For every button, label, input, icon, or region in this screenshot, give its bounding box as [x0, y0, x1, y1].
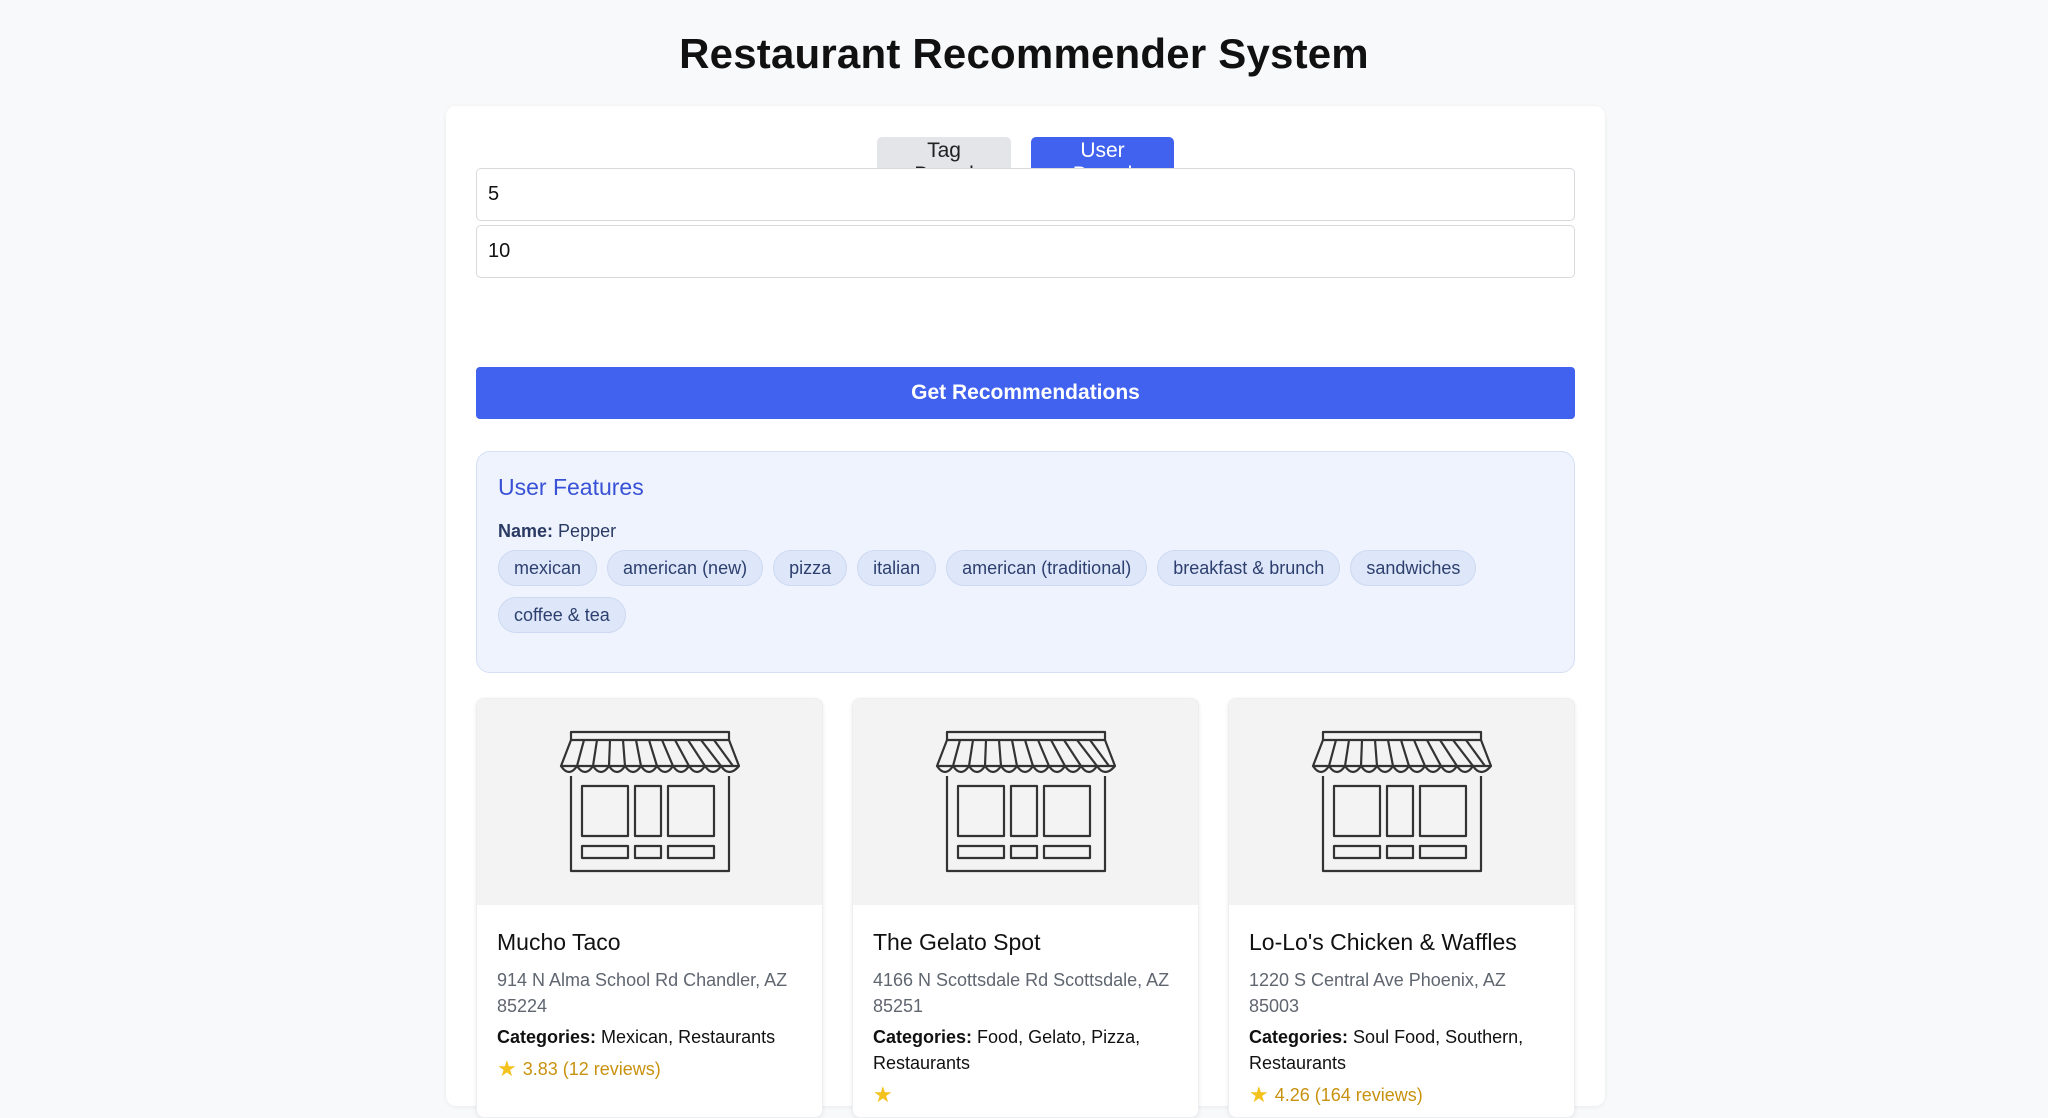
get-recommendations-button[interactable]: Get Recommendations: [476, 367, 1575, 419]
feature-tag: american (new): [607, 550, 764, 586]
restaurant-rating: ★: [873, 1084, 1178, 1106]
restaurant-cards: Mucho Taco 914 N Alma School Rd Chandler…: [476, 698, 1575, 1118]
restaurant-rating: ★ 3.83 (12 reviews): [497, 1058, 802, 1080]
restaurant-categories: Categories: Food, Gelato, Pizza, Restaur…: [873, 1024, 1178, 1076]
feature-tag: italian: [857, 550, 937, 586]
page-title: Restaurant Recommender System: [679, 30, 1369, 77]
user-features-title: User Features: [498, 474, 644, 500]
user-features-box: User Features Name: Pepper mexican ameri…: [476, 451, 1575, 673]
restaurant-address: 1220 S Central Ave Phoenix, AZ 85003: [1249, 970, 1506, 1016]
feature-tag: coffee & tea: [498, 597, 626, 633]
rating-text: 4.26 (164 reviews): [1274, 1084, 1423, 1105]
storefront-icon: [853, 699, 1198, 905]
feature-tag: mexican: [498, 550, 598, 586]
restaurant-name: Lo-Lo's Chicken & Waffles: [1249, 929, 1517, 955]
feature-tags: mexican american (new) pizza italian ame…: [498, 550, 1558, 633]
count-input[interactable]: [476, 225, 1575, 278]
storefront-icon: [477, 699, 822, 905]
restaurant-address: 4166 N Scottsdale Rd Scottsdale, AZ 8525…: [873, 970, 1170, 1016]
restaurant-rating: ★ 4.26 (164 reviews): [1249, 1084, 1554, 1106]
categories-label: Categories:: [1249, 1027, 1349, 1047]
restaurant-card[interactable]: Lo-Lo's Chicken & Waffles 1220 S Central…: [1228, 698, 1575, 1118]
restaurant-name: The Gelato Spot: [873, 929, 1041, 955]
star-icon: ★: [1249, 1082, 1269, 1107]
categories-label: Categories:: [497, 1027, 597, 1047]
restaurant-card[interactable]: The Gelato Spot 4166 N Scottsdale Rd Sco…: [852, 698, 1199, 1118]
name-label: Name:: [498, 521, 554, 541]
categories-label: Categories:: [873, 1027, 973, 1047]
feature-tag: sandwiches: [1350, 550, 1477, 586]
restaurant-name: Mucho Taco: [497, 929, 621, 955]
star-icon: ★: [873, 1082, 893, 1107]
rating-text: 3.83 (12 reviews): [522, 1058, 661, 1079]
categories-value: Mexican, Restaurants: [601, 1027, 776, 1047]
recommender-panel: Tag Based User Based Get Recommendations…: [446, 106, 1605, 1118]
feature-tag: breakfast & brunch: [1157, 550, 1341, 586]
user-id-input[interactable]: [476, 168, 1575, 221]
restaurant-categories: Categories: Soul Food, Southern, Restaur…: [1249, 1024, 1554, 1076]
storefront-icon: [1229, 699, 1574, 905]
star-icon: ★: [497, 1056, 517, 1081]
feature-tag: pizza: [773, 550, 848, 586]
restaurant-card[interactable]: Mucho Taco 914 N Alma School Rd Chandler…: [476, 698, 823, 1118]
restaurant-address: 914 N Alma School Rd Chandler, AZ 85224: [497, 970, 788, 1016]
feature-tag: american (traditional): [946, 550, 1148, 586]
user-name-line: Name: Pepper: [498, 521, 1553, 542]
name-value: Pepper: [558, 521, 617, 541]
restaurant-categories: Categories: Mexican, Restaurants: [497, 1024, 802, 1050]
